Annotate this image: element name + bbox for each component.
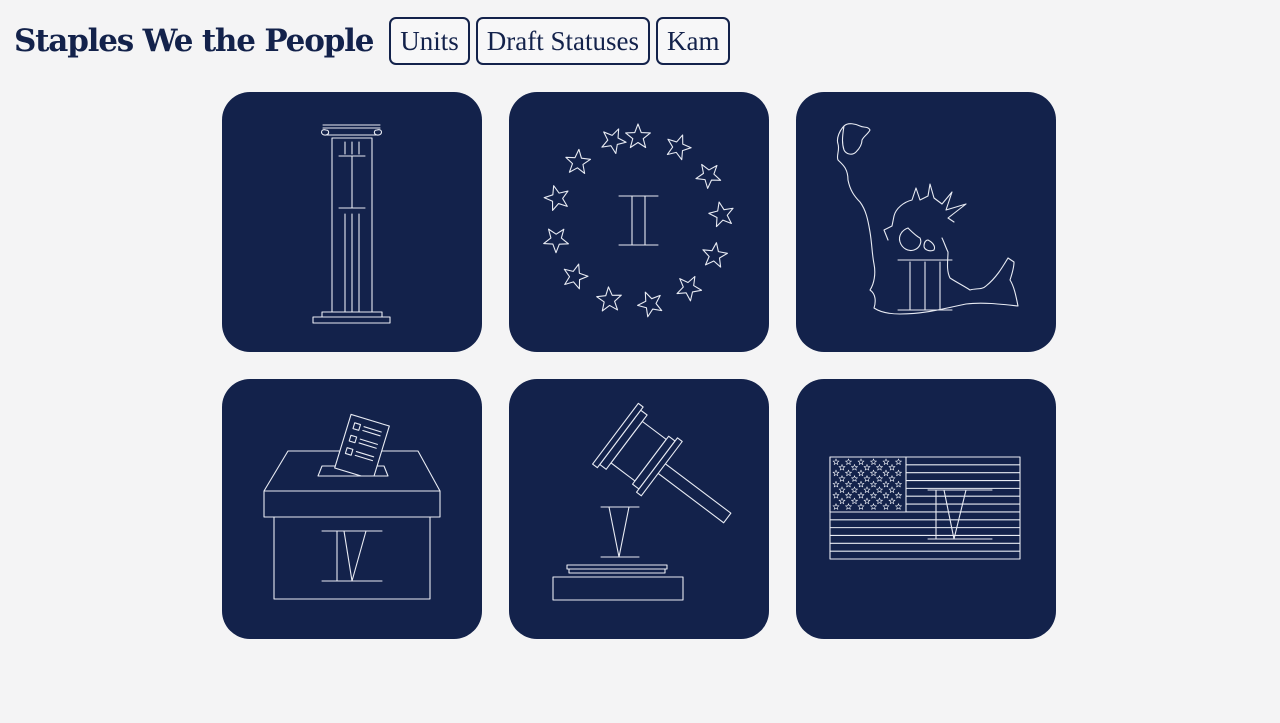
star-icon <box>676 275 703 302</box>
unit-grid <box>222 92 1056 639</box>
gavel-icon <box>552 402 732 601</box>
unit-card-5[interactable] <box>509 379 769 639</box>
unit-card-3[interactable] <box>796 92 1056 352</box>
unit-card-2[interactable] <box>509 92 769 352</box>
star-icon <box>543 228 569 254</box>
statue-of-liberty-icon <box>836 123 1019 315</box>
app-header: Staples We the People Units Draft Status… <box>14 16 731 66</box>
star-icon <box>702 242 728 268</box>
us-flag-icon <box>829 456 1021 560</box>
star-ring <box>543 123 734 318</box>
unit-card-4[interactable] <box>222 379 482 639</box>
star-icon <box>543 185 569 211</box>
draft-statuses-button[interactable]: Draft Statuses <box>475 17 650 65</box>
star-icon <box>563 263 589 290</box>
star-circle-icon <box>543 123 734 318</box>
star-icon <box>625 123 651 149</box>
star-icon <box>601 128 627 155</box>
star-icon <box>637 291 663 318</box>
ballot-box-icon <box>263 413 441 600</box>
top-nav: Units Draft Statuses Kam <box>389 17 731 65</box>
star-icon <box>565 148 592 174</box>
unit-card-6[interactable] <box>796 379 1056 639</box>
star-icon <box>695 163 722 189</box>
star-icon <box>666 134 692 161</box>
star-icon <box>596 286 622 312</box>
unit-card-1[interactable] <box>222 92 482 352</box>
star-icon <box>708 201 734 228</box>
brand-title[interactable]: Staples We the People <box>14 23 374 59</box>
column-icon <box>312 124 391 324</box>
kam-button[interactable]: Kam <box>655 17 731 65</box>
units-button[interactable]: Units <box>389 17 470 65</box>
